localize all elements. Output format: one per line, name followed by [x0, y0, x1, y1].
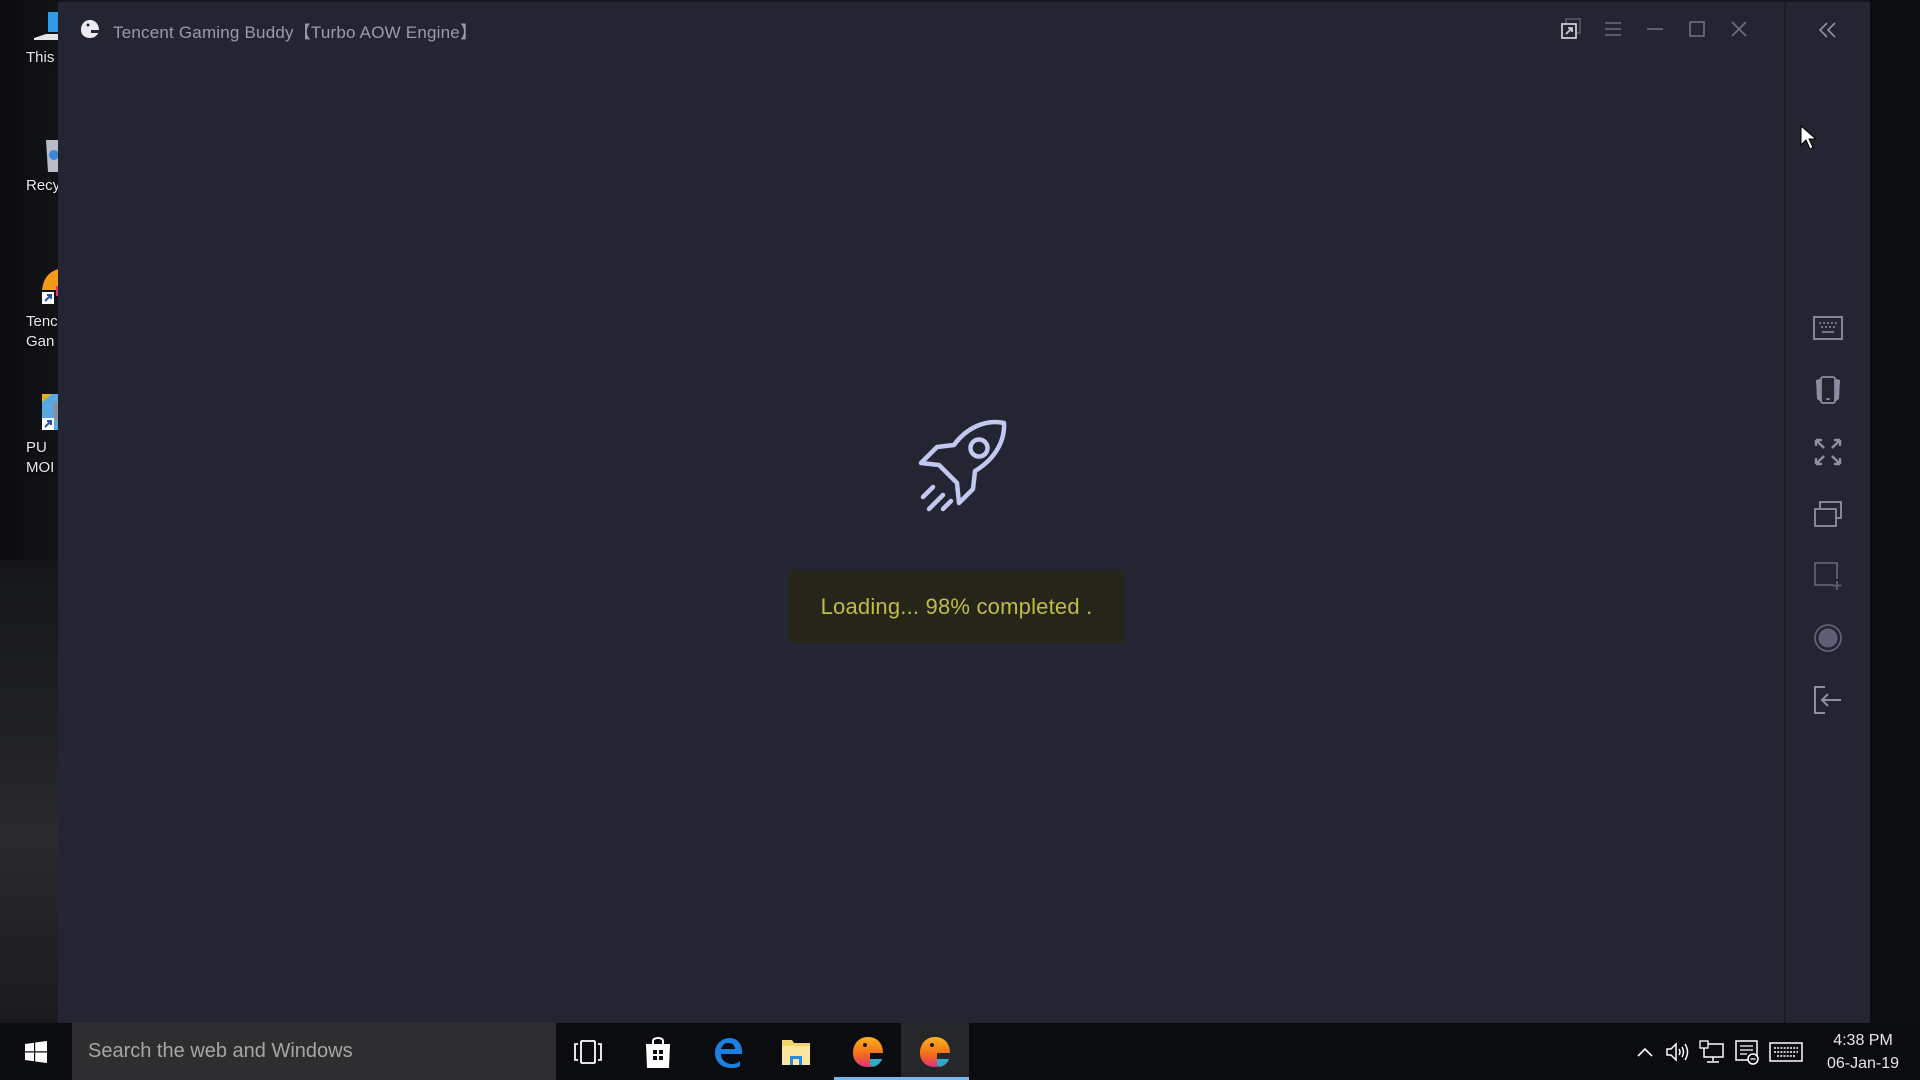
volume-button[interactable] — [1664, 1039, 1692, 1065]
touch-keyboard-button[interactable] — [1768, 1039, 1804, 1065]
record-button[interactable] — [1810, 620, 1846, 656]
fullscreen-button[interactable] — [1810, 434, 1846, 470]
emulator-screen: Loading... 98% completed . — [58, 2, 1784, 1025]
taskbar-search-box[interactable]: Search the web and Windows — [72, 1023, 556, 1080]
multi-window-icon — [1814, 501, 1842, 527]
windows-logo-icon — [25, 1040, 47, 1063]
double-chevron-left-icon — [1818, 22, 1836, 38]
file-explorer-button[interactable] — [762, 1023, 830, 1080]
edge-logo-icon — [715, 1037, 742, 1068]
exit-icon — [1814, 686, 1841, 714]
shake-device-button[interactable] — [1810, 372, 1846, 408]
folder-icon — [782, 1039, 810, 1065]
keyboard-icon — [1769, 1042, 1803, 1062]
clock-time: 4:38 PM — [1833, 1032, 1893, 1049]
collapse-sidebar-button[interactable] — [1810, 12, 1846, 48]
desktop-wallpaper — [0, 560, 58, 1023]
start-button[interactable] — [0, 1023, 72, 1080]
record-icon — [1814, 624, 1842, 652]
fullscreen-arrows-icon — [1814, 438, 1842, 466]
store-button[interactable] — [624, 1023, 692, 1080]
task-view-button[interactable] — [554, 1023, 622, 1080]
taskbar-clock[interactable]: 4:38 PM 06-Jan-19 — [1810, 1029, 1916, 1075]
tencent-gaming-buddy-window: Tencent Gaming Buddy【Turbo AOW Engine】 L… — [58, 0, 1870, 1025]
notification-icon — [1735, 1040, 1759, 1065]
show-hidden-icons-button[interactable] — [1634, 1039, 1656, 1065]
tencent-gaming-buddy-engine-taskbar-button[interactable] — [901, 1023, 969, 1080]
network-wired-icon — [1699, 1040, 1724, 1063]
store-bag-icon — [646, 1036, 670, 1068]
tencent-gaming-buddy-taskbar-button[interactable] — [834, 1023, 902, 1080]
loading-status-box: Loading... 98% completed . — [789, 570, 1124, 643]
network-button[interactable] — [1698, 1039, 1726, 1065]
tencent-gaming-buddy-icon — [853, 1036, 883, 1067]
tool-sidebar — [1786, 2, 1870, 1025]
clock-date: 06-Jan-19 — [1826, 1055, 1900, 1072]
tencent-gaming-buddy-icon — [920, 1036, 950, 1067]
phone-shake-icon — [1816, 376, 1840, 404]
taskbar: Search the web and Windows 4:38 PM 06-Ja… — [0, 1023, 1920, 1080]
action-center-button[interactable] — [1732, 1039, 1762, 1065]
mouse-cursor-icon — [1800, 125, 1818, 150]
screenshot-button[interactable] — [1810, 558, 1846, 594]
rocket-icon — [918, 419, 1007, 512]
edge-browser-button[interactable] — [694, 1023, 762, 1080]
screenshot-add-icon — [1814, 562, 1842, 590]
search-placeholder: Search the web and Windows — [88, 1040, 353, 1062]
keyboard-mapping-button[interactable] — [1810, 310, 1846, 346]
exit-game-button[interactable] — [1810, 682, 1846, 718]
keyboard-icon — [1813, 316, 1843, 340]
task-view-icon — [574, 1039, 602, 1064]
speaker-icon — [1666, 1042, 1689, 1062]
chevron-up-icon — [1637, 1047, 1653, 1057]
loading-progress-text: Loading... 98% completed . — [820, 593, 1093, 619]
multi-window-button[interactable] — [1810, 496, 1846, 532]
